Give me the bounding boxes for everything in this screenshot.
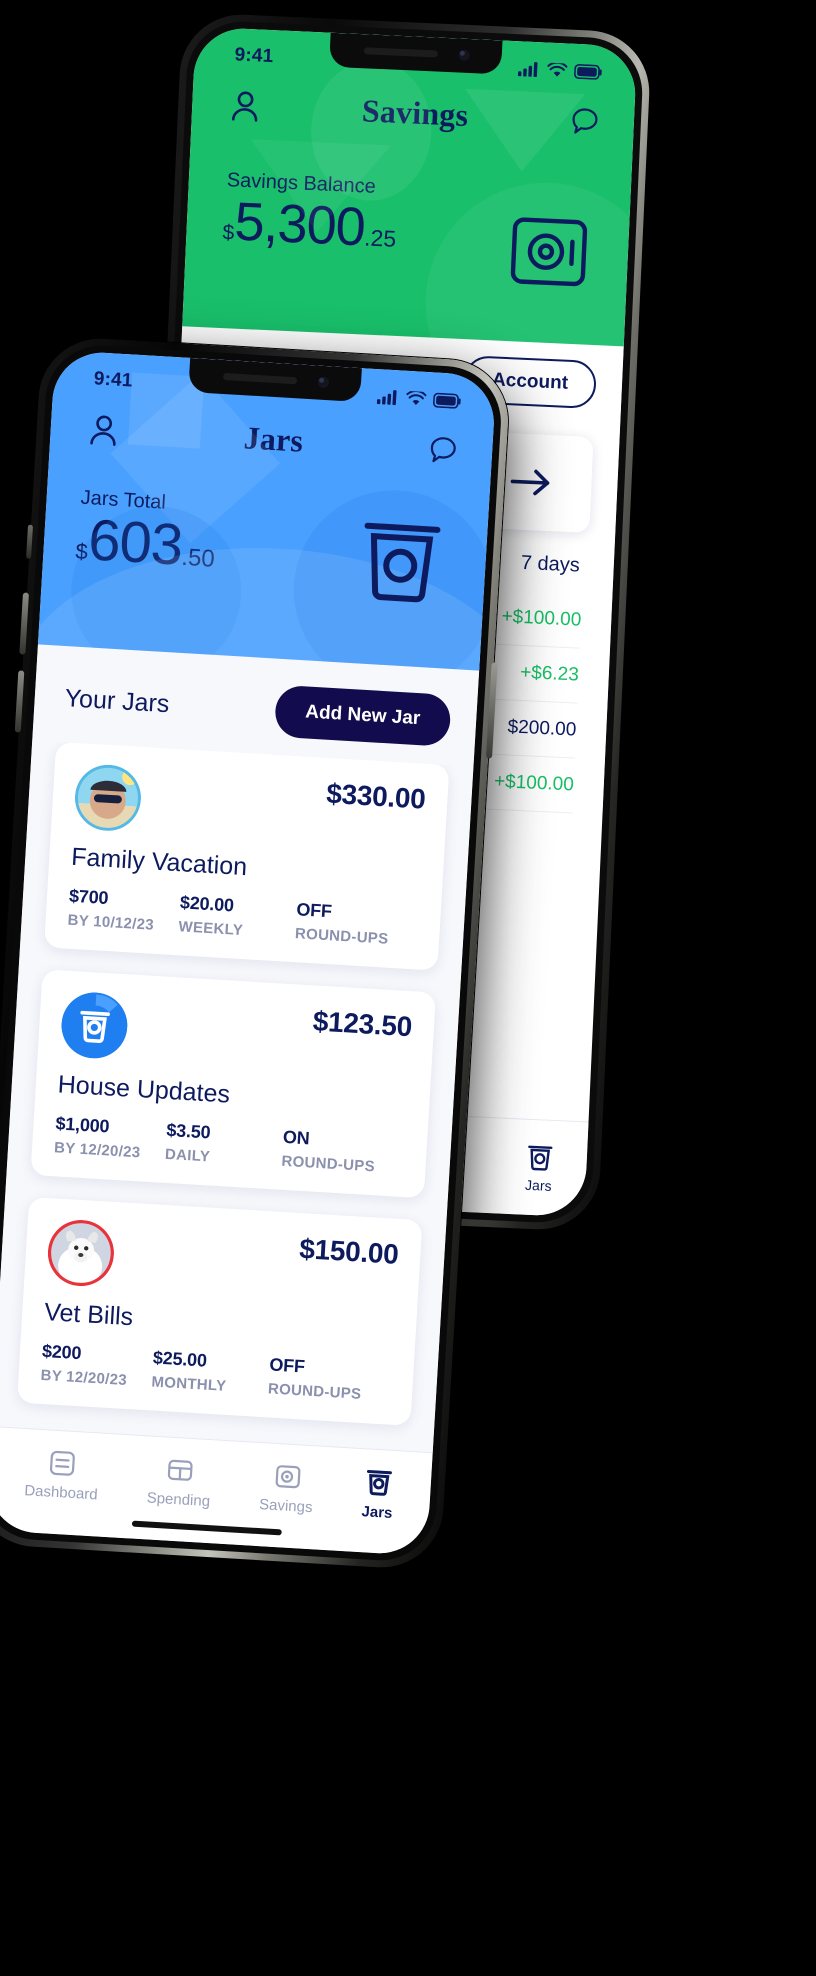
jar-roundups: OFF ROUND-UPS: [267, 1354, 392, 1404]
jar-contribution-value: $3.50: [165, 1119, 212, 1143]
jar-contribution-label: DAILY: [164, 1145, 211, 1166]
tab-label: Savings: [258, 1496, 313, 1517]
jar-goal-label: BY 12/20/23: [40, 1366, 128, 1389]
tab-jars[interactable]: Jars: [361, 1467, 395, 1522]
jar-icon: [527, 1145, 553, 1171]
jar-name: Vet Bills: [43, 1297, 134, 1332]
earpiece-speaker: [222, 372, 298, 385]
transaction-amount: +$100.00: [493, 770, 575, 796]
transaction-amount: +$6.23: [519, 661, 580, 686]
jar-roundups-value: OFF: [295, 899, 333, 922]
jar-goal-label: BY 10/12/23: [67, 911, 155, 934]
deco-triangle: [246, 139, 391, 236]
jar-goal-value: $700: [68, 885, 109, 909]
cellular-bars-icon: [517, 61, 538, 77]
screen-jars: 9:41 Jars Jars Total $ 603 .50 Your Jars…: [0, 349, 497, 1557]
transaction-amount: +$100.00: [501, 606, 582, 631]
jar-icon: [366, 1469, 392, 1496]
wifi-icon: [547, 62, 568, 77]
jar-roundups-label: ROUND-UPS: [294, 925, 389, 948]
battery-icon: [433, 392, 461, 409]
jar-goal: $700 BY 10/12/23: [67, 886, 180, 936]
tab-label: Spending: [146, 1489, 211, 1511]
earpiece-speaker: [363, 47, 438, 58]
jar-name: House Updates: [57, 1070, 231, 1109]
dashboard-icon: [50, 1450, 76, 1476]
jar-contribution: $3.50 DAILY: [165, 1120, 284, 1170]
list-item[interactable]: $123.50 House Updates $1,000 BY 12/20/23…: [30, 969, 436, 1199]
savings-header: 9:41 Savings Savings Balance $ 5,300 .25: [182, 26, 638, 347]
add-new-jar-button[interactable]: Add New Jar: [273, 684, 452, 747]
jar-goal-value: $200: [41, 1340, 82, 1364]
jar-contribution-value: $20.00: [179, 892, 235, 916]
jar-roundups-label: ROUND-UPS: [267, 1380, 362, 1403]
safe-box-icon: [275, 1465, 301, 1489]
list-item[interactable]: $330.00 Family Vacation $700 BY 10/12/23…: [43, 741, 450, 971]
tab-savings[interactable]: Savings: [259, 1462, 315, 1516]
jar-contribution-label: MONTHLY: [151, 1373, 227, 1395]
battery-icon: [574, 63, 602, 80]
jar-roundups-label: ROUND-UPS: [280, 1152, 376, 1176]
person-icon[interactable]: [88, 413, 120, 447]
section-title: Your Jars: [64, 683, 171, 718]
jars-list[interactable]: $330.00 Family Vacation $700 BY 10/12/23…: [0, 740, 474, 1453]
jar-roundups-value: OFF: [268, 1354, 306, 1377]
jar-amount: $330.00: [325, 777, 427, 815]
front-camera: [315, 374, 332, 391]
jar-goal: $200 BY 12/20/23: [40, 1341, 153, 1391]
deco-triangle: [461, 88, 586, 175]
phone-jars: 9:41 Jars Jars Total $ 603 .50 Your Jars…: [0, 335, 512, 1571]
tab-label: Jars: [524, 1176, 552, 1194]
tab-spending[interactable]: Spending: [146, 1455, 212, 1510]
jar-goal-label: BY 12/20/23: [53, 1139, 141, 1162]
status-time: 9:41: [93, 368, 134, 392]
tab-label: Dashboard: [23, 1482, 99, 1504]
front-camera: [456, 47, 473, 64]
chat-bubble-icon[interactable]: [427, 434, 459, 466]
tab-jars[interactable]: Jars: [525, 1142, 554, 1193]
jar-amount: $150.00: [298, 1233, 400, 1270]
card-icon: [167, 1459, 193, 1481]
jars-header: 9:41 Jars Jars Total $ 603 .50: [37, 349, 497, 671]
list-item[interactable]: $150.00 Vet Bills $200 BY 12/20/23 $25.0…: [16, 1196, 423, 1426]
tab-label: Jars: [361, 1503, 393, 1522]
arrow-right-icon: [510, 469, 550, 496]
person-icon[interactable]: [230, 89, 261, 122]
wifi-icon: [406, 390, 427, 405]
screenshot-stage: 9:41 Savings Savings Balance $ 5,300 .25…: [0, 0, 816, 1976]
cellular-bars-icon: [376, 389, 397, 405]
jar-goal-value: $1,000: [54, 1113, 110, 1137]
jar-icon-avatar: [60, 991, 130, 1061]
jar-contribution: $20.00 WEEKLY: [178, 892, 297, 942]
dog-photo-avatar: [46, 1218, 116, 1288]
transaction-amount: $200.00: [507, 716, 577, 741]
jar-contribution: $25.00 MONTHLY: [151, 1348, 270, 1398]
status-time: 9:41: [234, 44, 274, 68]
jar-amount: $123.50: [312, 1005, 413, 1043]
tab-dashboard[interactable]: Dashboard: [24, 1448, 100, 1503]
jar-goal: $1,000 BY 12/20/23: [54, 1113, 167, 1163]
jar-contribution-value: $25.00: [152, 1347, 208, 1371]
beach-photo-avatar: [73, 762, 143, 833]
jar-roundups-value: ON: [282, 1126, 311, 1149]
jar-name: Family Vacation: [70, 842, 248, 882]
jar-contribution-label: WEEKLY: [178, 918, 244, 940]
jar-roundups: ON ROUND-UPS: [281, 1127, 406, 1177]
jar-icon: [357, 516, 444, 607]
jar-roundups: OFF ROUND-UPS: [295, 899, 420, 949]
safe-box-icon: [508, 211, 589, 292]
